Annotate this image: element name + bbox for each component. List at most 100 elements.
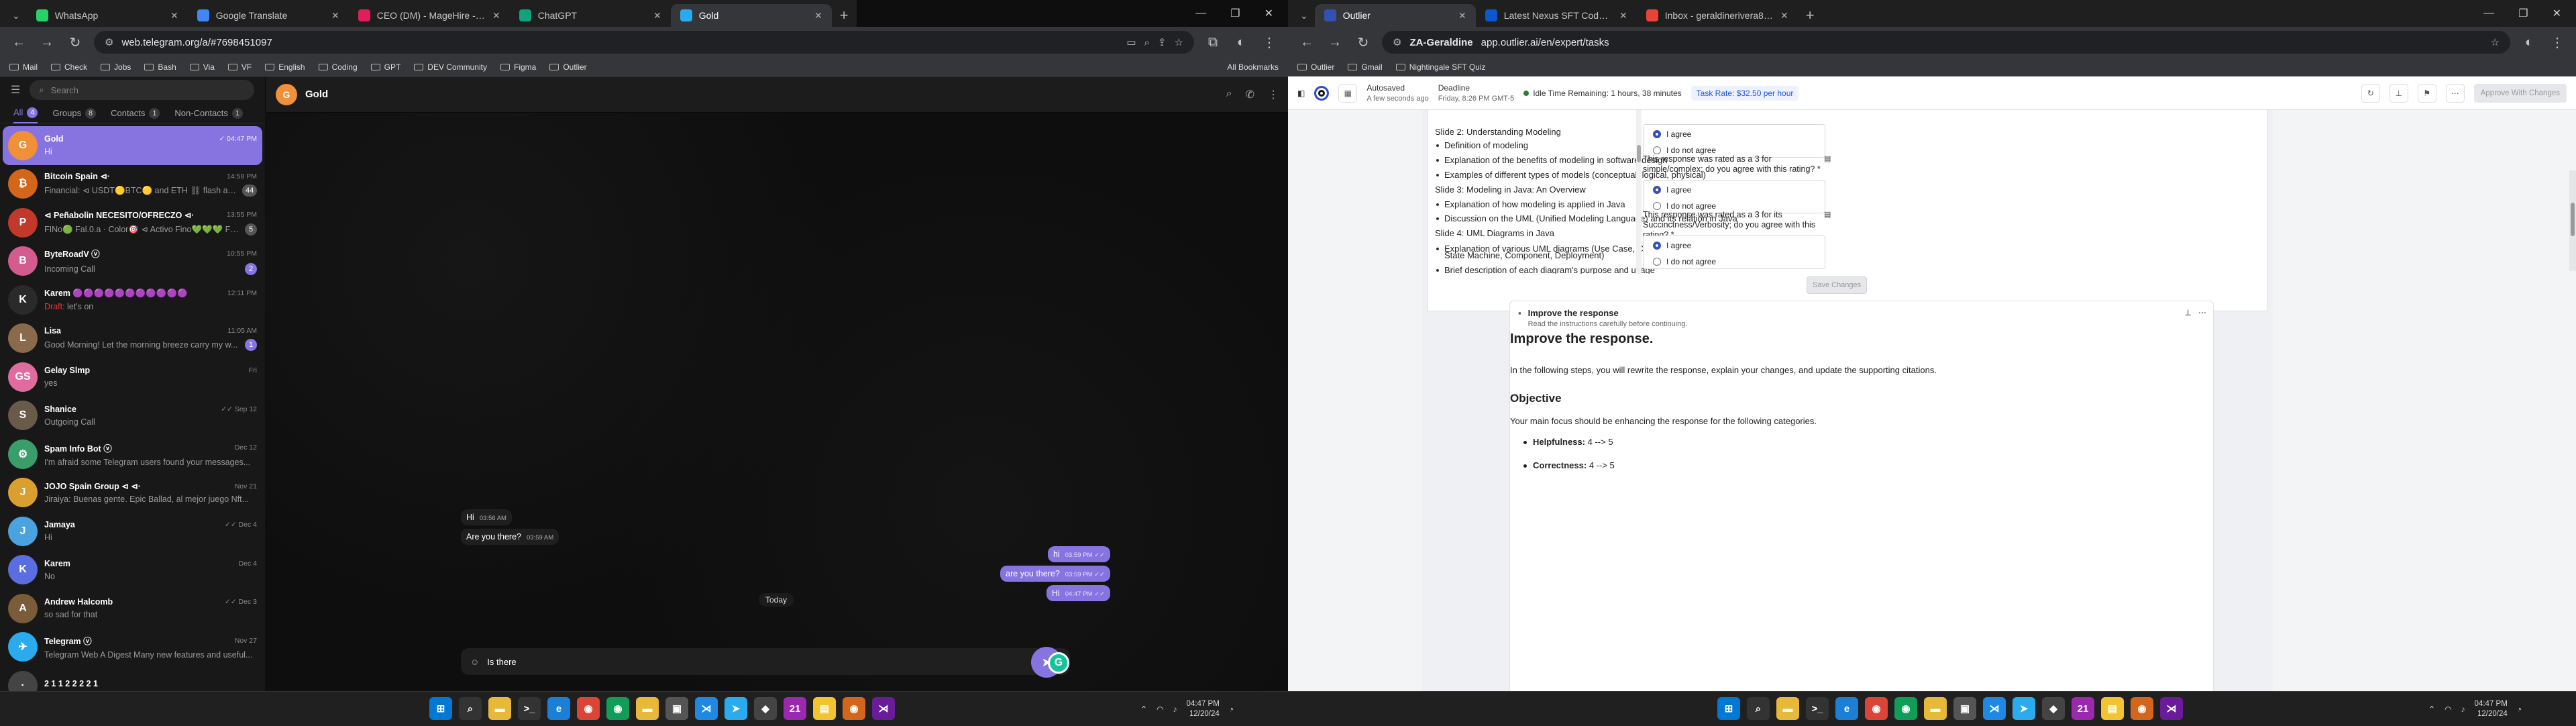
search-icon[interactable]: ⌕ (1747, 697, 1770, 720)
browser-tab[interactable]: Inbox - geraldinerivera81@gm... ✕ (1637, 4, 1798, 27)
folder-tab[interactable]: Groups 8 (52, 103, 97, 123)
new-tab-icon[interactable]: + (1798, 4, 1823, 27)
clock[interactable]: 04:47 PM 12/20/24 (2475, 699, 2508, 719)
folder-icon[interactable]: ▬ (1924, 697, 1947, 720)
back-icon[interactable]: ← (1297, 35, 1316, 50)
notification-bell-icon[interactable]: ◔ (1229, 705, 1234, 714)
chrome-icon[interactable]: ◉ (1865, 697, 1888, 720)
bookmark-item[interactable]: Outlier (549, 62, 587, 72)
reload-icon[interactable]: ↻ (1354, 34, 1373, 51)
terminal-icon[interactable]: >_ (1806, 697, 1829, 720)
folder-tab[interactable]: Non-Contacts 1 (174, 103, 243, 123)
calendar-icon[interactable]: 21 (2072, 697, 2094, 720)
file-explorer-icon[interactable]: ▬ (488, 697, 511, 720)
tab-search-icon[interactable]: ⌄ (1293, 4, 1315, 27)
new-tab-icon[interactable]: + (832, 4, 857, 27)
bookmark-item[interactable]: VF (227, 62, 252, 72)
wifi-icon[interactable]: ◠ (2445, 705, 2451, 714)
bookmark-item[interactable]: Nightingale SFT Quiz (1395, 62, 1486, 72)
avatar[interactable]: G (276, 83, 297, 105)
zoom-icon[interactable]: ⌕ (1144, 37, 1150, 48)
bookmark-item[interactable]: Gmail (1348, 62, 1383, 72)
app-icon[interactable]: ◉ (2131, 697, 2153, 720)
close-tab-icon[interactable]: ✕ (1458, 10, 1466, 21)
bookmark-item[interactable]: Via (189, 62, 215, 72)
vscode-icon[interactable]: ⋊ (1983, 697, 2006, 720)
clock[interactable]: 04:47 PM 12/20/24 (1187, 699, 1220, 719)
chat-list-item[interactable]: K Karem Dec 4 No (3, 551, 262, 590)
bookmark-item[interactable]: Outlier (1297, 62, 1334, 72)
more-menu-icon[interactable]: ⋯ (2198, 308, 2206, 317)
agree-option[interactable]: I agree (1644, 126, 1825, 142)
flag-icon[interactable]: ⚑ (2417, 83, 2436, 103)
grammarly-icon[interactable]: G (1048, 652, 1069, 674)
chat-list-item[interactable]: GS Gelay Slmp Fri yes (3, 358, 262, 397)
profile-icon[interactable]: ◐ (1232, 35, 1250, 50)
edge-icon[interactable]: e (1835, 697, 1858, 720)
close-tab-icon[interactable]: ✕ (170, 10, 178, 21)
app-icon[interactable]: ◉ (843, 697, 865, 720)
chat-list-item[interactable]: G Gold ✓ 04:47 PM Hi (3, 126, 262, 165)
notes-icon[interactable]: ▤ (2101, 697, 2124, 720)
bookmark-star-icon[interactable]: ☆ (2491, 36, 2500, 48)
share-icon[interactable]: ⇪ (1158, 36, 1167, 48)
chevron-up-icon[interactable]: ⌃ (1140, 705, 1147, 714)
chat-list-item[interactable]: P ⊲ Peñabolin NECESITO/OFRECZO ⊲· 13:55 PM… (3, 203, 262, 242)
menu-kebab-icon[interactable]: ⋮ (1260, 34, 1279, 51)
browser-tab[interactable]: Google Translate ✕ (188, 4, 349, 27)
browser-tab[interactable]: Latest Nexus SFT Code topics ✕ (1476, 4, 1637, 27)
chat-list-item[interactable]: J Jamaya ✓✓ Dec 4 Hi (3, 512, 262, 551)
windows-start-icon[interactable]: ⊞ (1717, 697, 1740, 720)
bookmark-item[interactable]: Mail (9, 62, 38, 72)
notes-icon[interactable]: ▤ (813, 697, 836, 720)
volume-icon[interactable]: ♪ (1173, 705, 1177, 714)
refresh-icon[interactable]: ↻ (2361, 83, 2380, 103)
maximize-icon[interactable]: ❐ (1230, 7, 1240, 20)
message-bubble[interactable]: Hi 04:47 PM ✓✓ (1046, 585, 1110, 601)
menu-kebab-icon[interactable]: ⋮ (2548, 34, 2567, 51)
browser-tab[interactable]: Outlier ✕ (1314, 4, 1476, 27)
bookmark-item[interactable]: Bash (144, 62, 176, 72)
browser-tab[interactable]: ChatGPT ✕ (510, 4, 671, 27)
close-tab-icon[interactable]: ✕ (331, 10, 339, 21)
outlier-logo[interactable] (1314, 85, 1330, 101)
back-icon[interactable]: ← (9, 35, 28, 50)
site-info-icon[interactable]: ⚙ (1393, 36, 1401, 48)
radio-button[interactable] (1653, 186, 1661, 194)
chat-list-item[interactable]: ₿ Bitcoin Spain ⊲· 14:58 PM Financial: ⊲ US… (3, 165, 262, 204)
vscode-icon[interactable]: ⋊ (695, 697, 718, 720)
minimize-icon[interactable]: — (2483, 7, 2494, 19)
reload-icon[interactable]: ↻ (66, 34, 85, 51)
clipboard-icon[interactable]: ▤ (1824, 210, 1831, 219)
bookmark-item[interactable]: DEV Community (414, 62, 487, 72)
message-bubble[interactable]: are you there? 03:59 PM ✓✓ (1000, 566, 1110, 582)
bookmark-item[interactable]: Jobs (101, 62, 131, 72)
bookmark-item[interactable]: Check (51, 62, 87, 72)
app-icon[interactable]: ▣ (665, 697, 688, 720)
calendar-icon[interactable]: ▦ (1338, 83, 1358, 103)
message-composer[interactable]: ☺ Is there (461, 648, 1070, 675)
app-icon[interactable]: ◆ (2042, 697, 2065, 720)
app-icon[interactable]: ▣ (1953, 697, 1976, 720)
close-window-icon[interactable]: ✕ (1265, 7, 1273, 20)
pin-icon[interactable]: ⊥ (2389, 83, 2408, 103)
edge-icon[interactable]: e (547, 697, 570, 720)
message-bubble[interactable]: Hi 03:56 AM (461, 509, 512, 525)
browser-tab[interactable]: CEO (DM) - MageHire - Slack ✕ (349, 4, 510, 27)
telegram-icon[interactable]: ➤ (2012, 697, 2035, 720)
folder-tab[interactable]: All 4 (13, 103, 38, 123)
message-bubble[interactable]: Are you there? 03:59 AM (461, 529, 559, 545)
url-field[interactable]: ⚙ ZA-Geraldine app.outlier.ai/en/expert/… (1382, 31, 2510, 54)
chat-list-item[interactable]: S Shanice ✓✓ Sep 12 Outgoing Call (3, 397, 262, 435)
browser-tab[interactable]: Gold ✕ (670, 4, 832, 27)
search-icon[interactable]: ⌕ (1226, 88, 1232, 101)
wifi-icon[interactable]: ◠ (1157, 705, 1163, 714)
site-info-icon[interactable]: ⚙ (105, 36, 113, 48)
phone-call-icon[interactable]: ✆ (1246, 88, 1254, 101)
radio-button[interactable] (1653, 258, 1661, 266)
file-explorer-icon[interactable]: ▬ (1776, 697, 1799, 720)
chrome-icon[interactable]: ◉ (606, 697, 629, 720)
url-field[interactable]: ⚙ web.telegram.org/a/#7698451097 ▭ ⌕ ⇪ ☆ (94, 31, 1194, 54)
approve-with-changes-button[interactable]: Approve With Changes (2473, 83, 2567, 103)
agree-option[interactable]: I agree (1644, 182, 1825, 198)
